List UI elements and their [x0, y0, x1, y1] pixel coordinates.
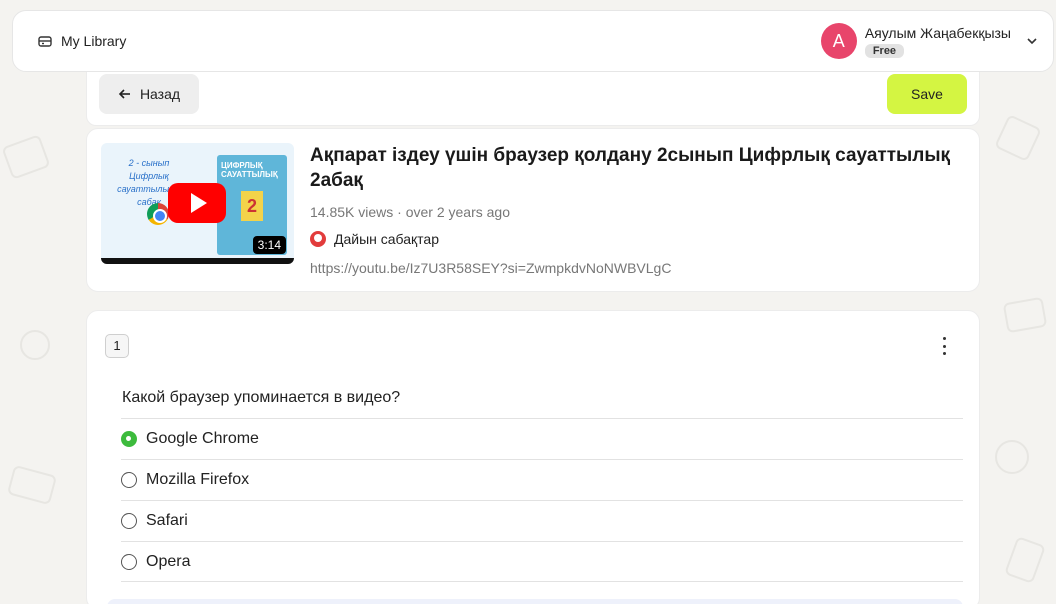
option-label: Opera — [146, 552, 191, 570]
radio-icon[interactable] — [121, 553, 137, 570]
arrow-left-icon — [118, 89, 130, 99]
video-url[interactable]: https://youtu.be/Iz7U3R58SEY?si=ZwmpkdvN… — [310, 260, 671, 276]
top-header: My Library A Аяулым Жаңабекқызы Free — [12, 10, 1054, 72]
plan-badge: Free — [864, 43, 905, 58]
channel-name: Дайын сабақтар — [334, 231, 439, 247]
book-title: ЦИФРЛЫҚ САУАТТЫЛЫҚ — [221, 161, 278, 179]
back-button[interactable]: Назад — [99, 74, 199, 114]
video-title[interactable]: Ақпарат іздеу үшін браузер қолдану 2сыны… — [310, 143, 970, 193]
video-card: 2 - сынып Цифрлық сауаттылық 2 сабақ ЦИФ… — [86, 128, 980, 292]
user-menu[interactable]: A Аяулым Жаңабекқызы Free — [820, 23, 1039, 59]
answer-options: Google Chrome Mozilla Firefox Safari Ope… — [121, 418, 963, 582]
back-label: Назад — [139, 86, 181, 102]
radio-icon[interactable] — [121, 513, 137, 529]
action-bar: Назад Save — [86, 72, 980, 126]
option-label: Safari — [146, 512, 188, 529]
question-card: 1 Какой браузер упоминается в видео? Goo… — [86, 310, 980, 604]
save-button[interactable]: Save — [887, 74, 967, 114]
avatar[interactable]: A — [820, 23, 857, 59]
chrome-logo-icon — [147, 203, 169, 225]
play-icon[interactable] — [168, 183, 226, 223]
radio-icon[interactable] — [121, 472, 137, 488]
my-library-label: My Library — [61, 33, 127, 49]
video-duration: 3:14 — [252, 236, 286, 254]
answer-option[interactable]: Safari — [121, 500, 963, 541]
question-text: Какой браузер упоминается в видео? — [122, 389, 401, 406]
chevron-down-icon[interactable] — [1025, 34, 1039, 48]
user-name: Аяулым Жаңабекқызы — [864, 24, 1011, 41]
answer-option[interactable]: Mozilla Firefox — [121, 459, 963, 500]
radio-checked-icon[interactable] — [121, 431, 137, 447]
answer-option[interactable]: Google Chrome — [121, 418, 963, 459]
answer-option[interactable]: Opera — [121, 541, 963, 582]
question-number-badge: 1 — [105, 334, 129, 358]
library-icon — [38, 36, 52, 47]
video-meta: 14.85K views · over 2 years ago — [310, 204, 510, 220]
thumbnail-progress-bar — [101, 258, 294, 264]
option-label: Google Chrome — [146, 430, 259, 447]
option-label: Mozilla Firefox — [146, 471, 250, 488]
question-footer-panel — [107, 599, 963, 604]
channel-avatar-icon — [310, 231, 326, 247]
my-library-link[interactable]: My Library — [37, 33, 126, 49]
video-thumbnail[interactable]: 2 - сынып Цифрлық сауаттылық 2 сабақ ЦИФ… — [101, 143, 294, 264]
more-options-icon[interactable] — [937, 337, 951, 355]
book-number: 2 — [241, 191, 263, 221]
channel-row: Дайын сабақтар — [310, 231, 439, 247]
